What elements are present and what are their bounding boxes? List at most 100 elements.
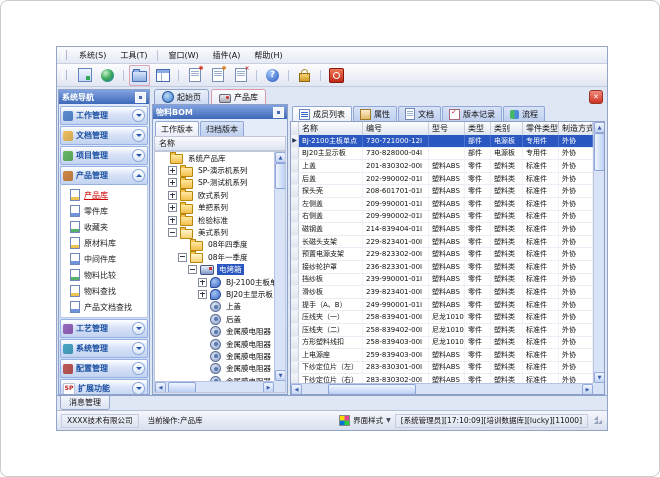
scrollbar-thumb[interactable] bbox=[168, 382, 196, 393]
open-folder-button[interactable] bbox=[129, 65, 150, 86]
exit-button[interactable] bbox=[326, 65, 347, 86]
pin-icon[interactable] bbox=[273, 107, 284, 118]
close-tab-icon[interactable]: ✕ bbox=[589, 90, 603, 104]
tree-horizontal-scrollbar[interactable]: ◀ ▶ bbox=[155, 381, 274, 392]
menubar-grip[interactable] bbox=[62, 50, 67, 60]
help-button[interactable] bbox=[262, 65, 283, 86]
views-button[interactable] bbox=[152, 65, 173, 86]
column-header-零件类型[interactable]: 零件类型 bbox=[523, 122, 559, 135]
sidebar-section-工艺管理[interactable]: 工艺管理 bbox=[60, 319, 148, 338]
scroll-up-icon[interactable]: ▲ bbox=[275, 152, 286, 163]
table-row[interactable]: 提手（A、B）249-990001-01I塑料ABS零件塑料类标准件外协条 bbox=[291, 299, 593, 312]
sidebar-item-物料比较[interactable]: 物料比较 bbox=[61, 267, 147, 283]
row-selector[interactable] bbox=[291, 286, 299, 298]
grid-horizontal-scrollbar[interactable]: ◀ ▶ bbox=[291, 383, 593, 394]
expand-icon[interactable] bbox=[168, 166, 177, 175]
tree-node[interactable]: 金属膜电阻器 bbox=[155, 338, 274, 350]
row-selector[interactable] bbox=[291, 185, 299, 197]
table-row[interactable]: 探头壳208-601701-01I塑料ABS零件塑料类标准件外协条 bbox=[291, 185, 593, 198]
chevron-up-icon[interactable] bbox=[132, 169, 145, 182]
chevron-down-icon[interactable] bbox=[132, 322, 145, 335]
column-header-型号[interactable]: 型号 bbox=[429, 122, 465, 135]
doc-tab-2[interactable]: 产品库 bbox=[211, 89, 266, 104]
row-selector[interactable] bbox=[291, 236, 299, 248]
scroll-down-icon[interactable]: ▼ bbox=[594, 372, 605, 383]
chevron-down-icon[interactable] bbox=[132, 362, 145, 375]
lock-button[interactable] bbox=[294, 65, 315, 86]
chevron-down-icon[interactable] bbox=[132, 382, 145, 394]
menu-item-3[interactable]: 窗口(W) bbox=[161, 48, 205, 63]
tree-node[interactable]: 08年四季度 bbox=[155, 239, 274, 251]
table-row[interactable]: 上盖201-830302-00I塑料ABS零件塑料类标准件外协条 bbox=[291, 160, 593, 173]
sidebar-section-产品管理[interactable]: 产品管理 bbox=[60, 166, 148, 185]
scrollbar-thumb[interactable] bbox=[275, 163, 286, 189]
table-row[interactable]: 方形塑料线扣258-839403-00I尼龙1010零件塑料类标准件外协条 bbox=[291, 337, 593, 350]
expand-icon[interactable] bbox=[168, 191, 177, 200]
expand-icon[interactable] bbox=[198, 290, 207, 299]
table-row[interactable]: 滑纱板239-823401-00I塑料ABS零件塑料类标准件外协条 bbox=[291, 286, 593, 299]
sidebar-item-零件库[interactable]: 零件库 bbox=[61, 203, 147, 219]
resize-grip[interactable] bbox=[594, 416, 603, 425]
table-row[interactable]: 左侧盖209-990001-01I塑料ABS零件塑料类标准件外协条 bbox=[291, 198, 593, 211]
chevron-down-icon[interactable] bbox=[132, 342, 145, 355]
tree-node[interactable]: SP-测试机系列 bbox=[155, 177, 274, 189]
tree-node[interactable]: 金属膜电阻器 bbox=[155, 325, 274, 337]
table-row[interactable]: ▶BJ-2100主板单点730-721000-12I部件电源板专用件外协颗 bbox=[291, 135, 593, 148]
sidebar-section-工作管理[interactable]: 工作管理 bbox=[60, 106, 148, 125]
tree-node[interactable]: 上盖 bbox=[155, 301, 274, 313]
tab-文档[interactable]: 文档 bbox=[398, 106, 441, 121]
row-selector[interactable] bbox=[291, 349, 299, 361]
table-row[interactable]: 磁钢盖214-839404-01I塑料ABS零件塑料类标准件外协条 bbox=[291, 223, 593, 236]
doc-tab-1[interactable]: 起始页 bbox=[154, 89, 209, 104]
tab-流程[interactable]: 流程 bbox=[503, 106, 545, 121]
sidebar-item-原材料库[interactable]: 原材料库 bbox=[61, 235, 147, 251]
chevron-down-icon[interactable] bbox=[132, 129, 145, 142]
tree-node[interactable]: 金属膜电阻器 bbox=[155, 363, 274, 375]
table-row[interactable]: 挡纱板239-990001-01I塑料ABS零件塑料类标准件外协条 bbox=[291, 274, 593, 287]
row-selector[interactable] bbox=[291, 311, 299, 323]
sidebar-section-系统管理[interactable]: 系统管理 bbox=[60, 339, 148, 358]
collapse-icon[interactable] bbox=[188, 265, 197, 274]
table-row[interactable]: 右侧盖209-990002-01I塑料ABS零件塑料类标准件外协条 bbox=[291, 211, 593, 224]
workspace-button[interactable] bbox=[74, 65, 95, 86]
table-row[interactable]: 接纱轮护罩236-823301-00I塑料ABS零件塑料类标准件外协条 bbox=[291, 261, 593, 274]
doc-add-button[interactable] bbox=[184, 65, 205, 86]
row-selector[interactable] bbox=[291, 198, 299, 210]
ui-style-button[interactable]: 界面样式 ▼ bbox=[339, 415, 391, 426]
row-selector[interactable] bbox=[291, 148, 299, 160]
sidebar-section-扩展功能[interactable]: SP扩展功能 bbox=[60, 379, 148, 394]
table-row[interactable]: 压线夹（二）258-839402-00I尼龙1010零件塑料类标准件外协条 bbox=[291, 324, 593, 337]
tab-message-management[interactable]: 消息管理 bbox=[60, 396, 110, 410]
table-row[interactable]: BJ20主显示板730-828000-04I部件电源板专用件外协颗 bbox=[291, 148, 593, 161]
tab-归档版本[interactable]: 归档版本 bbox=[200, 121, 244, 136]
scrollbar-thumb[interactable] bbox=[594, 133, 605, 171]
sidebar-item-物料查找[interactable]: 物料查找 bbox=[61, 283, 147, 299]
doc-edit-button[interactable] bbox=[207, 65, 228, 86]
expand-icon[interactable] bbox=[168, 178, 177, 187]
expand-icon[interactable] bbox=[168, 216, 177, 225]
tree-node[interactable]: 单把系列 bbox=[155, 202, 274, 214]
row-selector[interactable] bbox=[291, 173, 299, 185]
column-header-编号[interactable]: 编号 bbox=[363, 122, 429, 135]
expand-icon[interactable] bbox=[168, 203, 177, 212]
tree-node[interactable]: 08年一季度 bbox=[155, 251, 274, 263]
menu-item-4[interactable]: 插件(A) bbox=[206, 48, 248, 63]
table-row[interactable]: 下纱定位片（左）283-830301-00I塑料ABS零件塑料类标准件外协条 bbox=[291, 362, 593, 375]
table-row[interactable]: 下纱定位片（右）283-830302-00I塑料ABS零件塑料类标准件外协条 bbox=[291, 374, 593, 383]
tree-node[interactable]: 检验标准 bbox=[155, 214, 274, 226]
sidebar-section-项目管理[interactable]: 项目管理 bbox=[60, 146, 148, 165]
tab-版本记录[interactable]: 版本记录 bbox=[442, 106, 502, 121]
row-selector[interactable] bbox=[291, 160, 299, 172]
table-row[interactable]: 上电源座259-839403-00I塑料ABS零件塑料类标准件外协条 bbox=[291, 349, 593, 362]
tree-node[interactable]: 系统产品库 bbox=[155, 152, 274, 164]
table-row[interactable]: 压线夹（一）258-839401-00I尼龙1010零件塑料类标准件外协条 bbox=[291, 311, 593, 324]
row-selector[interactable] bbox=[291, 248, 299, 260]
sidebar-item-收藏夹[interactable]: 收藏夹 bbox=[61, 219, 147, 235]
chevron-down-icon[interactable] bbox=[132, 109, 145, 122]
scroll-left-icon[interactable]: ◀ bbox=[291, 384, 302, 395]
row-selector[interactable] bbox=[291, 211, 299, 223]
collapse-icon[interactable] bbox=[168, 228, 177, 237]
tree-node[interactable]: 欧式系列 bbox=[155, 189, 274, 201]
tree-node[interactable]: BJ20主显示板 bbox=[155, 288, 274, 300]
tree-node[interactable]: 金属膜电阻器 bbox=[155, 350, 274, 362]
